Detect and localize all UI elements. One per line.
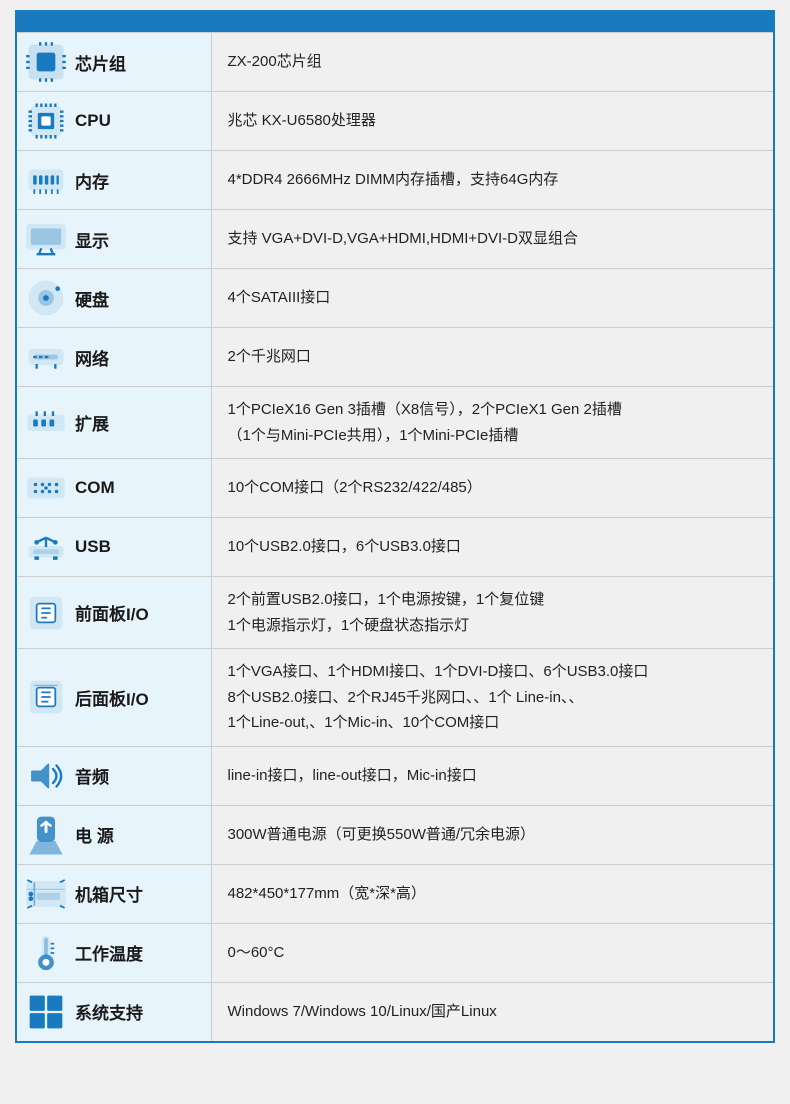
rear-io-icon: [25, 678, 67, 716]
label-cell: 扩展: [16, 387, 211, 459]
usb-label: USB: [75, 537, 111, 557]
hdd-icon: [25, 279, 67, 317]
table-header: [16, 11, 774, 33]
label-cell: CPU: [16, 92, 211, 151]
chipset-value: ZX-200芯片组: [211, 33, 774, 92]
chipset-icon: [25, 43, 67, 81]
memory-icon: [25, 161, 67, 199]
display-label: 显示: [75, 227, 109, 252]
table-row: CPU 兆芯 KX-U6580处理器: [16, 92, 774, 151]
network-label: 网络: [75, 345, 109, 370]
label-cell: 电 源: [16, 805, 211, 864]
chassis-value: 482*450*177mm（宽*深*高）: [211, 864, 774, 923]
display-value: 支持 VGA+DVI-D,VGA+HDMI,HDMI+DVI-D双显组合: [211, 210, 774, 269]
rear-io-label: 后面板I/O: [75, 685, 149, 710]
table-row: 网络 2个千兆网口: [16, 328, 774, 387]
memory-value: 4*DDR4 2666MHz DIMM内存插槽，支持64G内存: [211, 151, 774, 210]
cpu-value: 兆芯 KX-U6580处理器: [211, 92, 774, 151]
label-cell: 机箱尺寸: [16, 864, 211, 923]
label-cell: USB: [16, 518, 211, 577]
audio-value: line-in接口，line-out接口，Mic-in接口: [211, 746, 774, 805]
table-row: 电 源 300W普通电源（可更换550W普通/冗余电源）: [16, 805, 774, 864]
os-value: Windows 7/Windows 10/Linux/国产Linux: [211, 982, 774, 1042]
expansion-label: 扩展: [75, 410, 109, 435]
front-io-value: 2个前置USB2.0接口，1个电源按键，1个复位键 1个电源指示灯，1个硬盘状态…: [211, 577, 774, 649]
table-row: 机箱尺寸 482*450*177mm（宽*深*高）: [16, 864, 774, 923]
audio-icon: [25, 757, 67, 795]
chassis-icon: [25, 875, 67, 913]
temperature-value: 0～60°C: [211, 923, 774, 982]
audio-label: 音频: [75, 763, 109, 788]
usb-icon: [25, 528, 67, 566]
expansion-value: 1个PCIeX16 Gen 3插槽（X8信号），2个PCIeX1 Gen 2插槽…: [211, 387, 774, 459]
label-cell: 后面板I/O: [16, 649, 211, 747]
spec-table: 芯片组 ZX-200芯片组: [15, 10, 775, 1043]
label-cell: COM: [16, 459, 211, 518]
label-cell: 显示: [16, 210, 211, 269]
table-row: 后面板I/O 1个VGA接口、1个HDMI接口、1个DVI-D接口、6个USB3.…: [16, 649, 774, 747]
power-label: 电 源: [75, 822, 114, 847]
os-icon: [25, 993, 67, 1031]
hdd-label: 硬盘: [75, 286, 109, 311]
table-row: 音频 line-in接口，line-out接口，Mic-in接口: [16, 746, 774, 805]
rear-io-value: 1个VGA接口、1个HDMI接口、1个DVI-D接口、6个USB3.0接口 8个…: [211, 649, 774, 747]
temperature-icon: [25, 934, 67, 972]
table-row: COM 10个COM接口（2个RS232/422/485）: [16, 459, 774, 518]
table-row: USB 10个USB2.0接口，6个USB3.0接口: [16, 518, 774, 577]
chassis-label: 机箱尺寸: [75, 881, 143, 906]
label-cell: 系统支持: [16, 982, 211, 1042]
table-row: 系统支持 Windows 7/Windows 10/Linux/国产Linux: [16, 982, 774, 1042]
memory-label: 内存: [75, 168, 109, 193]
label-cell: 硬盘: [16, 269, 211, 328]
hdd-value: 4个SATAIII接口: [211, 269, 774, 328]
os-label: 系统支持: [75, 999, 143, 1024]
table-row: 硬盘 4个SATAIII接口: [16, 269, 774, 328]
label-cell: 内存: [16, 151, 211, 210]
power-icon: [25, 816, 67, 854]
table-row: 前面板I/O 2个前置USB2.0接口，1个电源按键，1个复位键 1个电源指示灯，…: [16, 577, 774, 649]
network-value: 2个千兆网口: [211, 328, 774, 387]
label-cell: 网络: [16, 328, 211, 387]
power-value: 300W普通电源（可更换550W普通/冗余电源）: [211, 805, 774, 864]
chipset-label: 芯片组: [75, 50, 126, 75]
table-row: 显示 支持 VGA+DVI-D,VGA+HDMI,HDMI+DVI-D双显组合: [16, 210, 774, 269]
temperature-label: 工作温度: [75, 940, 143, 965]
com-icon: [25, 469, 67, 507]
table-row: 扩展 1个PCIeX16 Gen 3插槽（X8信号），2个PCIeX1 Gen 2…: [16, 387, 774, 459]
table-row: 工作温度 0～60°C: [16, 923, 774, 982]
display-icon: [25, 220, 67, 258]
usb-value: 10个USB2.0接口，6个USB3.0接口: [211, 518, 774, 577]
cpu-icon: [25, 102, 67, 140]
table-title: [16, 11, 774, 33]
table-row: 内存 4*DDR4 2666MHz DIMM内存插槽，支持64G内存: [16, 151, 774, 210]
label-cell: 音频: [16, 746, 211, 805]
cpu-label: CPU: [75, 111, 111, 131]
expansion-icon: [25, 404, 67, 442]
com-label: COM: [75, 478, 115, 498]
table-row: 芯片组 ZX-200芯片组: [16, 33, 774, 92]
network-icon: [25, 338, 67, 376]
front-io-label: 前面板I/O: [75, 600, 149, 625]
label-cell: 前面板I/O: [16, 577, 211, 649]
label-cell: 工作温度: [16, 923, 211, 982]
com-value: 10个COM接口（2个RS232/422/485）: [211, 459, 774, 518]
label-cell: 芯片组: [16, 33, 211, 92]
front-io-icon: [25, 594, 67, 632]
